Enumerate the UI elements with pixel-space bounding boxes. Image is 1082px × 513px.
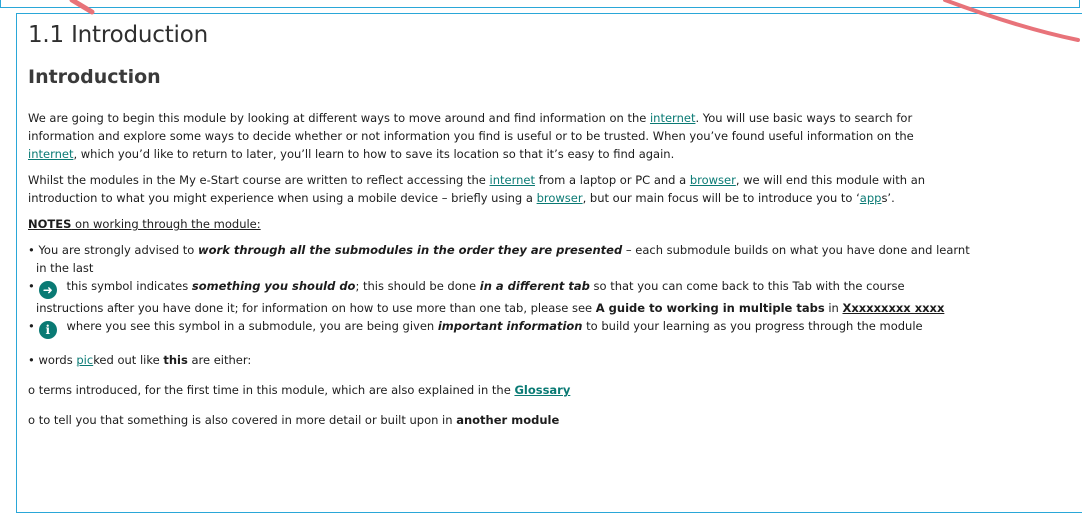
glossary-link-browser[interactable]: browser (537, 191, 583, 205)
text-run: , but our main focus will be to introduc… (582, 191, 860, 205)
text-run: , which you’d like to return to later, y… (73, 147, 675, 161)
text-run: from a laptop or PC and a (534, 173, 690, 187)
text-run: in the last (36, 261, 94, 275)
text-run: ; this should be done (355, 279, 480, 293)
bullet-info-symbol: • i where you see this symbol in a submod… (28, 317, 1082, 339)
text-run: , we will end this module with an (735, 173, 926, 187)
bold-text: another module (456, 413, 560, 427)
text-run: s’. (881, 191, 895, 205)
multiple-tabs-guide-link[interactable]: Xxxxxxxxx xxxx (842, 301, 944, 315)
bold-text: this (163, 353, 188, 367)
notes-heading-rest: on working through the module: (71, 217, 261, 231)
top-frame (0, 0, 1080, 8)
text-run: o to tell you that something is also cov… (28, 413, 457, 427)
text-run: are either: (187, 353, 252, 367)
text-run: – each submodule builds on what you have… (622, 243, 970, 257)
text-run: so that you can come back to this Tab wi… (589, 279, 905, 293)
text-run: • words (28, 353, 77, 367)
text-run: • You are strongly advised to (28, 243, 198, 257)
text-run: Whilst the modules in the My e-Start cou… (28, 173, 490, 187)
notes-heading: NOTES on working through the module: (28, 215, 1082, 233)
glossary-link[interactable]: Glossary (514, 383, 570, 397)
emphasis-text: something you should do (191, 279, 356, 293)
text-run: We are going to begin this module by loo… (28, 111, 650, 125)
bullet-action-symbol: • ➜ this symbol indicates something you s… (28, 277, 1082, 317)
notes-label: NOTES (28, 217, 72, 231)
arrow-right-icon: ➜ (38, 281, 57, 299)
text-run: this symbol indicates (62, 279, 192, 293)
text-run: introduction to what you might experienc… (28, 191, 537, 205)
text-run: o terms introduced, for the first time i… (28, 383, 515, 397)
glossary-link-internet[interactable]: internet (28, 147, 73, 161)
page-title: Introduction (28, 66, 161, 88)
option-another-module: o to tell you that something is also cov… (28, 411, 1082, 429)
emphasis-text: in a different tab (479, 279, 590, 293)
glossary-link-app[interactable]: app (860, 191, 882, 205)
glossary-link-internet[interactable]: internet (490, 173, 535, 187)
text-run: ked out like (93, 353, 164, 367)
text-run: instructions after you have done it; for… (36, 301, 596, 315)
emphasis-text: important information (437, 319, 583, 333)
bullet-picked-words: • words picked out like this are either: (28, 351, 1082, 369)
section-heading: 1.1 Introduction (28, 22, 208, 48)
glossary-link-pic[interactable]: pic (76, 353, 93, 367)
text-run: where you see this symbol in a submodule… (62, 319, 438, 333)
text-run: information and explore some ways to dec… (28, 129, 914, 143)
text-run: . You will use basic ways to search for (695, 111, 913, 125)
info-icon: i (38, 321, 57, 339)
option-glossary-terms: o terms introduced, for the first time i… (28, 381, 1082, 399)
main-content: 1.1 Introduction Introduction We are goi… (28, 14, 1082, 429)
intro-paragraph-2: Whilst the modules in the My e-Start cou… (28, 171, 1082, 207)
bullet-dot: • (28, 279, 35, 293)
bullet-work-through-order: • You are strongly advised to work throu… (28, 241, 1082, 277)
bullet-dot: • (28, 319, 35, 333)
glossary-link-browser[interactable]: browser (690, 173, 736, 187)
bold-text: A guide to working in multiple tabs (595, 301, 825, 315)
emphasis-text: work through all the submodules in the o… (198, 243, 623, 257)
intro-paragraph-1: We are going to begin this module by loo… (28, 109, 1082, 163)
text-run: to build your learning as you progress t… (582, 319, 923, 333)
glossary-link-internet[interactable]: internet (650, 111, 695, 125)
text-run: in (824, 301, 843, 315)
